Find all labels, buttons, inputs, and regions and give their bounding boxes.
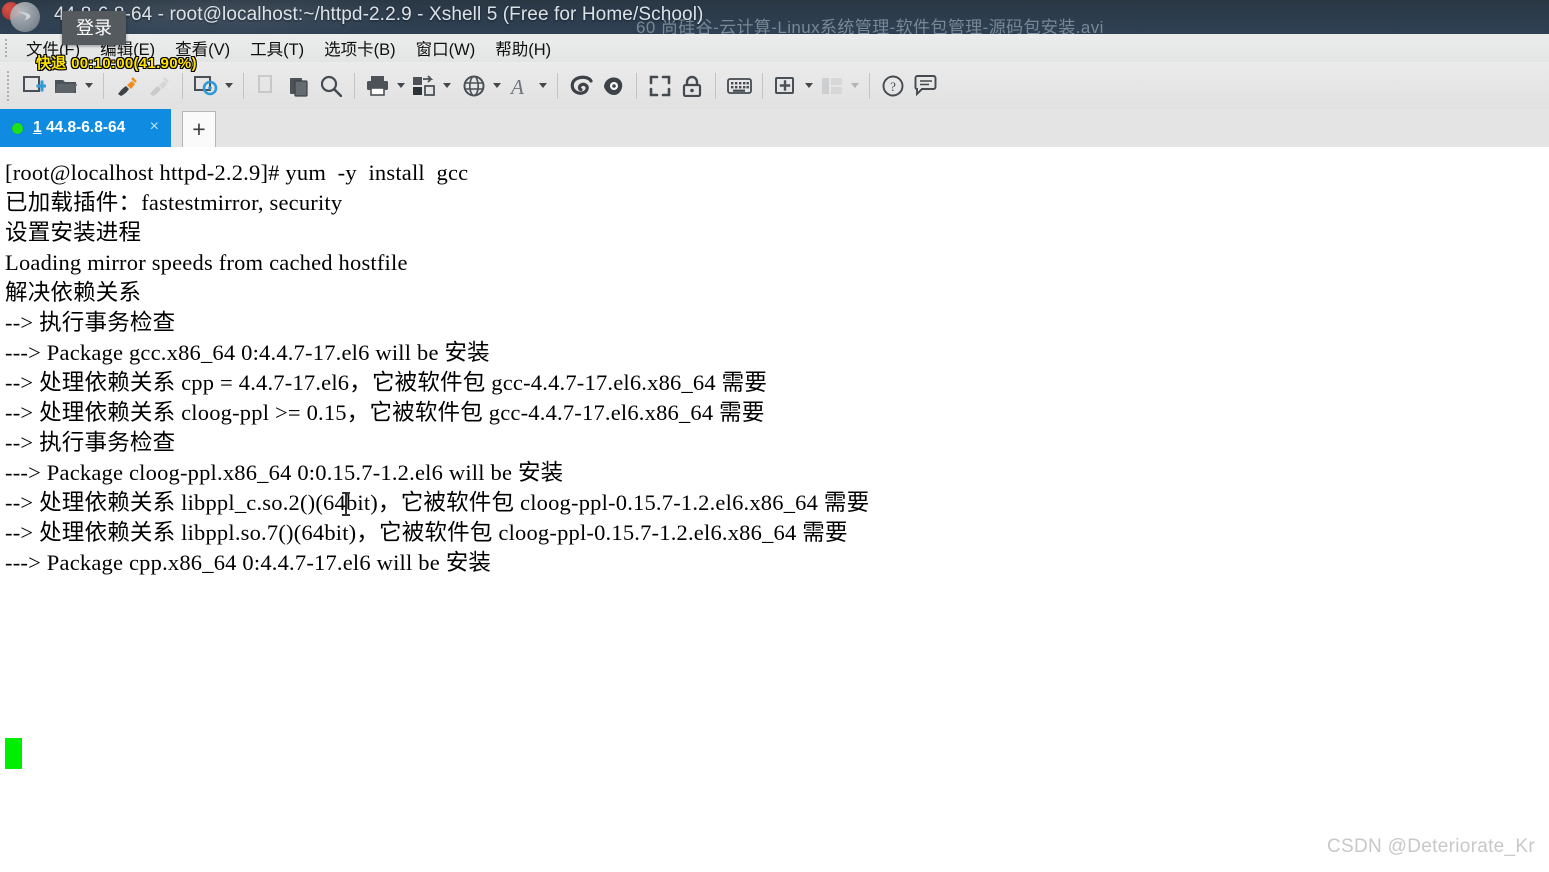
toolbar-separator [715,72,716,99]
terminal-line: --> 处理依赖关系 cpp = 4.4.7-17.el6，它被软件包 gcc-… [5,370,768,395]
feedback-icon[interactable] [909,69,941,103]
open-folder-dropdown-icon[interactable] [82,69,96,103]
menubar-drag-handle[interactable] [4,38,9,58]
paste-icon[interactable] [283,69,315,103]
terminal-line: --> 处理依赖关系 libppl_c.so.2()(64bit)，它被软件包 … [5,490,870,515]
terminal-line: --> 处理依赖关系 cloog-ppl >= 0.15，它被软件包 gcc-4… [5,400,765,425]
transfer-file-dropdown-icon[interactable] [440,69,454,103]
xshell-window: 44.8-6.8-64 - root@localhost:~/httpd-2.2… [0,0,1549,872]
print-icon[interactable] [362,69,394,103]
terminal-line: --> 处理依赖关系 libppl.so.7()(64bit)，它被软件包 cl… [5,520,848,545]
close-icon[interactable]: × [150,119,159,135]
lock-icon[interactable] [676,69,708,103]
tab-session-1[interactable]: 1 44.8-6.8-64 × [0,109,171,147]
fullscreen-icon[interactable] [644,69,676,103]
terminal-line: 已加载插件：fastestmirror, security [5,190,343,215]
tab-bar: 1 44.8-6.8-64 × + [0,109,1549,155]
login-tooltip: 登录 [62,11,126,45]
highlight-icon[interactable] [597,69,629,103]
terminal-line: ---> Package gcc.x86_64 0:4.4.7-17.el6 w… [5,340,490,365]
terminal-output[interactable]: [root@localhost httpd-2.2.9]# yum -y ins… [0,147,1549,872]
new-tab-button[interactable]: + [182,111,216,147]
terminal-line: [root@localhost httpd-2.2.9]# yum -y ins… [5,160,469,185]
connection-status-dot-icon [12,122,23,134]
tab-label: 1 44.8-6.8-64 [33,119,125,137]
log-icon[interactable] [565,69,597,103]
toolbar-separator [354,72,355,99]
menu-tools[interactable]: 工具(T) [240,36,314,60]
svg-text:A: A [509,75,524,97]
copy-icon [251,69,283,103]
title-bar: 44.8-6.8-64 - root@localhost:~/httpd-2.2… [0,0,1549,34]
session-properties-icon[interactable] [190,69,222,103]
font-icon[interactable]: A [504,69,536,103]
session-properties-dropdown-icon[interactable] [222,69,236,103]
layout-dropdown-icon [848,69,862,103]
toolbar-drag-handle[interactable] [6,70,11,102]
tab-title: 44.8-6.8-64 [45,119,126,136]
find-icon[interactable] [315,69,347,103]
toolbar-separator [762,72,763,99]
globe-dropdown-icon[interactable] [490,69,504,103]
layout-icon [816,69,848,103]
toolbar-separator [869,72,870,99]
disconnect-icon [143,69,175,103]
terminal-line: --> 执行事务检查 [5,430,176,455]
open-folder-icon[interactable] [50,69,82,103]
toolbar-separator [182,72,183,99]
watermark: CSDN @Deteriorate_Kr [1327,836,1535,857]
tab-index: 1 [33,119,42,136]
new-session-icon[interactable] [18,69,50,103]
video-title-overlay: 60 尚硅谷-云计算-Linux系统管理-软件包管理-源码包安装.avi [636,18,1104,34]
keyboard-icon[interactable] [723,69,755,103]
print-dropdown-icon[interactable] [394,69,408,103]
add-to-folder-icon[interactable] [770,69,802,103]
xshell-logo-icon [10,2,40,32]
toolbar-separator [557,72,558,99]
menu-bar: 文件(F) 编辑(E) 查看(V) 工具(T) 选项卡(B) 窗口(W) 帮助(… [0,34,1549,62]
menu-help[interactable]: 帮助(H) [485,36,561,60]
menu-window[interactable]: 窗口(W) [406,36,486,60]
add-to-folder-dropdown-icon[interactable] [802,69,816,103]
menu-tabs[interactable]: 选项卡(B) [314,36,406,60]
transfer-file-icon[interactable] [408,69,440,103]
text-caret-icon [342,492,350,516]
terminal-cursor [5,738,22,769]
toolbar-separator [243,72,244,99]
terminal-line: --> 执行事务检查 [5,310,176,335]
player-osd-time: 快退 00:10:00(41.90%) [36,55,197,72]
toolbar-separator [636,72,637,99]
connect-icon[interactable] [111,69,143,103]
tool-bar: A ? [0,62,1549,110]
terminal-line: Loading mirror speeds from cached hostfi… [5,250,408,275]
globe-icon[interactable] [458,69,490,103]
terminal-line: 设置安装进程 [5,220,142,245]
toolbar-separator [103,72,104,99]
svg-text:?: ? [890,79,896,94]
font-dropdown-icon[interactable] [536,69,550,103]
terminal-line: 解决依赖关系 [5,280,142,305]
terminal-line: ---> Package cloog-ppl.x86_64 0:0.15.7-1… [5,460,564,485]
terminal-line: ---> Package cpp.x86_64 0:4.4.7-17.el6 w… [5,550,492,575]
window-title: 44.8-6.8-64 - root@localhost:~/httpd-2.2… [54,4,704,25]
help-icon[interactable]: ? [877,69,909,103]
